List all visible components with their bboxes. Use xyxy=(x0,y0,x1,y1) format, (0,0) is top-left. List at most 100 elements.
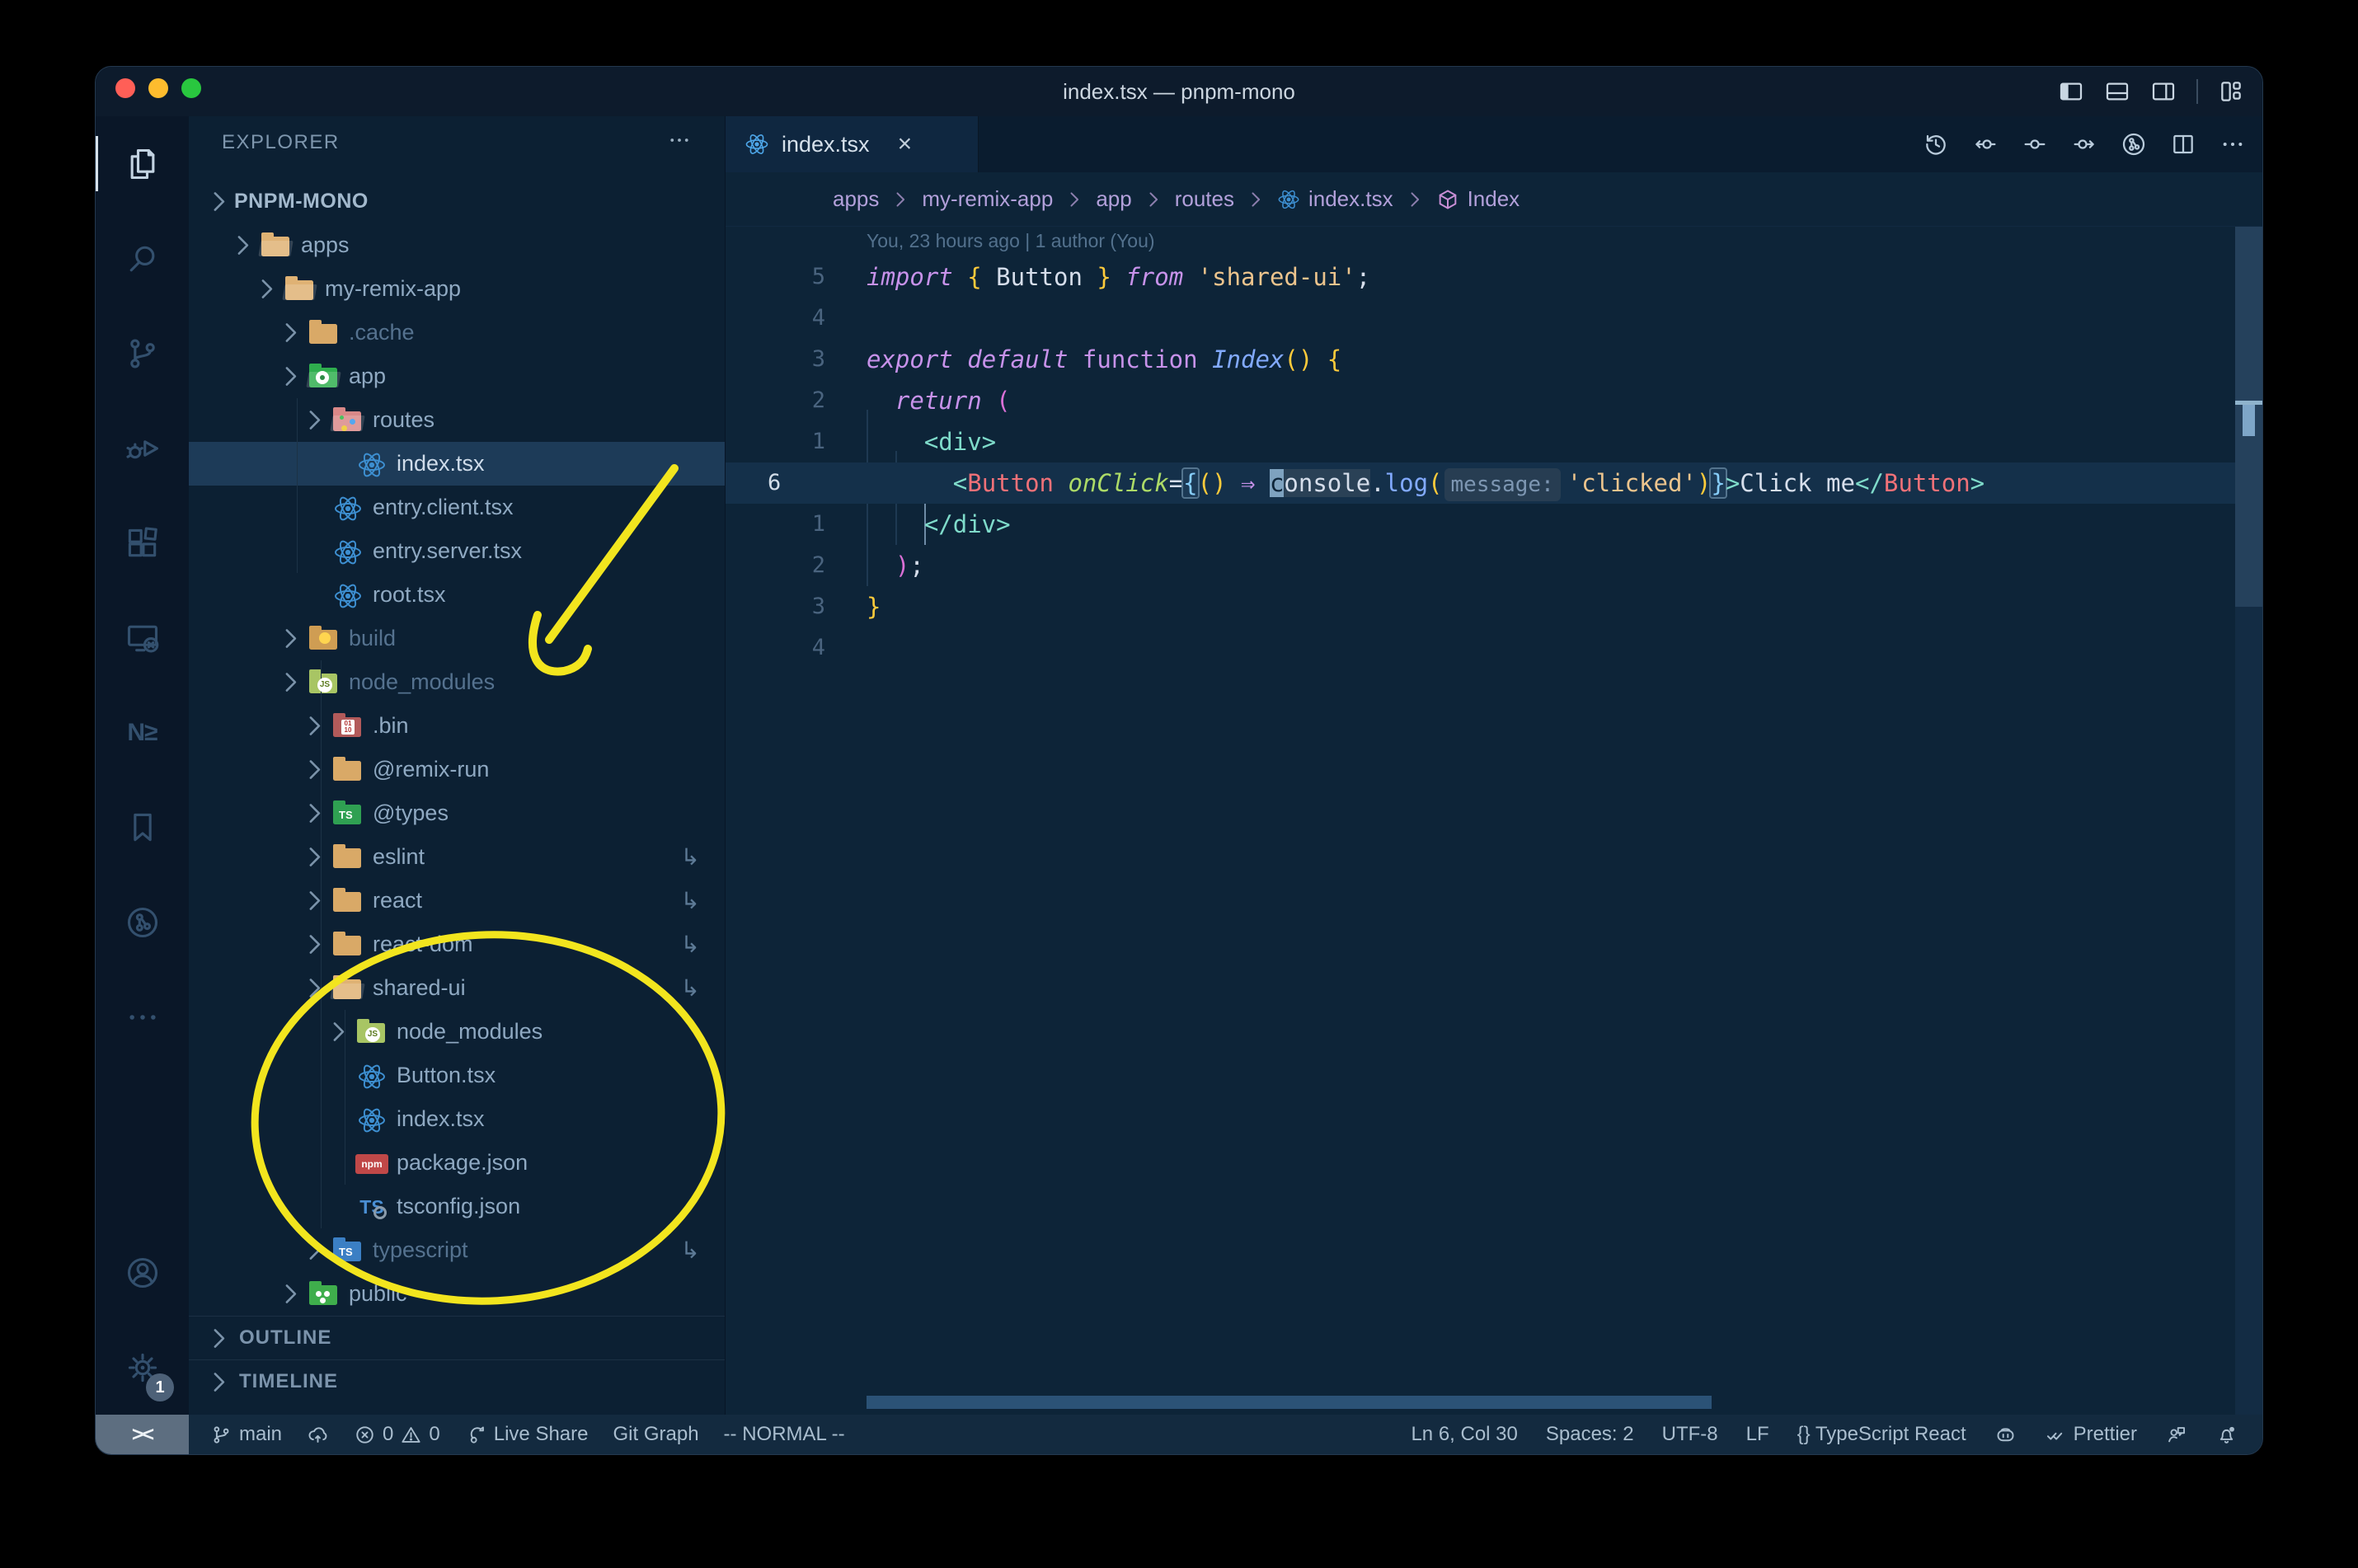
vertical-scrollbar[interactable] xyxy=(2235,227,2262,1415)
tree-item-build[interactable]: build xyxy=(189,617,725,660)
close-button[interactable] xyxy=(115,78,135,98)
previous-change-icon[interactable] xyxy=(1972,131,1999,157)
tree-item-package-json[interactable]: npm package.json xyxy=(189,1141,725,1185)
tree-item--types[interactable]: TS @types xyxy=(189,791,725,835)
status-feedback[interactable] xyxy=(2165,1424,2187,1446)
tree-item-shared-ui[interactable]: shared-ui ↳ xyxy=(189,966,725,1010)
tab-close-icon[interactable]: × xyxy=(898,130,913,158)
activitybar-run-debug[interactable] xyxy=(96,401,189,495)
tree-item-react-dom[interactable]: react-dom ↳ xyxy=(189,922,725,966)
code-line[interactable]: 2 ); xyxy=(726,545,2235,586)
horizontal-scrollbar[interactable] xyxy=(867,1396,1712,1409)
tree-item-button-tsx[interactable]: Button.tsx xyxy=(189,1054,725,1097)
tree-chevron-icon[interactable] xyxy=(299,835,330,879)
activitybar-remote-explorer[interactable] xyxy=(96,590,189,685)
status-notifications[interactable] xyxy=(2215,1424,2238,1446)
status-git-graph[interactable]: Git Graph xyxy=(613,1423,699,1446)
code-line[interactable]: 3 export default function Index() { xyxy=(726,339,2235,380)
toggle-panel-icon[interactable] xyxy=(2104,78,2130,105)
tree-item--bin[interactable]: 01 10 .bin xyxy=(189,704,725,748)
tree-chevron-icon[interactable] xyxy=(275,354,306,398)
tree-item-index-tsx[interactable]: index.tsx xyxy=(189,442,725,486)
tree-item-public[interactable]: public xyxy=(189,1272,725,1316)
breadcrumb-item-index[interactable]: Index xyxy=(1436,186,1520,212)
activitybar-source-control[interactable] xyxy=(96,306,189,401)
activitybar-extensions[interactable] xyxy=(96,495,189,590)
code-line[interactable]: 1 <div> xyxy=(726,421,2235,462)
split-editor-icon[interactable] xyxy=(2170,131,2196,157)
toggle-secondary-sidebar-icon[interactable] xyxy=(2150,78,2177,105)
tree-chevron-icon[interactable] xyxy=(299,704,330,748)
tree-item-typescript[interactable]: TS typescript ↳ xyxy=(189,1228,725,1272)
code-line[interactable]: 4 xyxy=(726,298,2235,339)
tree-item-eslint[interactable]: eslint ↳ xyxy=(189,835,725,879)
tree-item--cache[interactable]: .cache xyxy=(189,311,725,354)
tree-chevron-icon[interactable] xyxy=(299,1228,330,1272)
tree-chevron-icon[interactable] xyxy=(299,922,330,966)
next-change-icon[interactable] xyxy=(2071,131,2097,157)
activitybar-gitlens[interactable] xyxy=(96,875,189,969)
tree-chevron-icon[interactable] xyxy=(251,267,282,311)
status-prettier[interactable]: Prettier xyxy=(2045,1423,2137,1446)
activitybar-bookmarks[interactable] xyxy=(96,780,189,875)
tree-chevron-icon[interactable] xyxy=(275,660,306,704)
gitlens-graph-icon[interactable] xyxy=(2121,131,2147,157)
tree-item-root-tsx[interactable]: root.tsx xyxy=(189,573,725,617)
activitybar-accounts[interactable] xyxy=(96,1225,189,1320)
code-line[interactable]: 5 import { Button } from 'shared-ui'; xyxy=(726,256,2235,298)
tree-chevron-icon[interactable] xyxy=(299,791,330,835)
status-copilot[interactable] xyxy=(1994,1424,2017,1446)
tree-item-apps[interactable]: apps xyxy=(189,223,725,267)
timeline-back-icon[interactable] xyxy=(1923,131,1949,157)
tree-chevron-icon[interactable] xyxy=(275,1272,306,1316)
tree-chevron-icon[interactable] xyxy=(299,966,330,1010)
tree-item-node-modules[interactable]: JS node_modules xyxy=(189,660,725,704)
tree-chevron-icon[interactable] xyxy=(275,617,306,660)
activitybar-more-views[interactable] xyxy=(96,969,189,1064)
tree-item-my-remix-app[interactable]: my-remix-app xyxy=(189,267,725,311)
code-line[interactable]: 2 return ( xyxy=(726,380,2235,421)
code-editor[interactable]: You, 23 hours ago | 1 author (You) 5 impo… xyxy=(726,227,2262,1415)
tree-item--remix-run[interactable]: @remix-run xyxy=(189,748,725,791)
tree-item-app[interactable]: app xyxy=(189,354,725,398)
explorer-more-actions-icon[interactable] xyxy=(667,128,692,153)
status-indentation[interactable]: Spaces: 2 xyxy=(1546,1423,1634,1446)
tree-chevron-icon[interactable] xyxy=(299,398,330,442)
tab-index-tsx[interactable]: index.tsx × xyxy=(726,116,979,172)
status-sync-changes[interactable] xyxy=(307,1424,329,1446)
customize-layout-icon[interactable] xyxy=(2218,78,2244,105)
code-line[interactable]: 4 xyxy=(726,627,2235,669)
status-cursor-position[interactable]: Ln 6, Col 30 xyxy=(1411,1423,1517,1446)
tree-item-entry-client-tsx[interactable]: entry.client.tsx xyxy=(189,486,725,529)
section-timeline[interactable]: TIMELINE xyxy=(189,1359,725,1403)
tree-item-index-tsx[interactable]: index.tsx xyxy=(189,1097,725,1141)
status-vim-mode[interactable]: -- NORMAL -- xyxy=(724,1423,845,1446)
remote-indicator[interactable]: >< xyxy=(96,1415,189,1454)
activitybar-search[interactable] xyxy=(96,211,189,306)
activitybar-explorer[interactable] xyxy=(96,116,189,211)
status-language-mode[interactable]: {} TypeScript React xyxy=(1797,1423,1966,1446)
status-live-share[interactable]: Live Share xyxy=(465,1423,589,1446)
tree-item-tsconfig-json[interactable]: TS tsconfig.json xyxy=(189,1185,725,1228)
section-outline[interactable]: OUTLINE xyxy=(189,1316,725,1359)
zoom-button[interactable] xyxy=(181,78,201,98)
tree-item-routes[interactable]: routes xyxy=(189,398,725,442)
tree-chevron-icon[interactable] xyxy=(275,311,306,354)
tree-item-node-modules[interactable]: JS node_modules xyxy=(189,1010,725,1054)
breadcrumb-item-my-remix-app[interactable]: my-remix-app xyxy=(922,186,1053,212)
tree-item-entry-server-tsx[interactable]: entry.server.tsx xyxy=(189,529,725,573)
more-actions-icon[interactable] xyxy=(2219,131,2246,157)
tree-item-react[interactable]: react ↳ xyxy=(189,879,725,922)
tree-chevron-icon[interactable] xyxy=(323,1010,354,1054)
change-icon[interactable] xyxy=(2022,131,2048,157)
minimize-button[interactable] xyxy=(148,78,168,98)
status-problems[interactable]: 00 xyxy=(354,1423,440,1446)
status-git-branch[interactable]: main xyxy=(210,1423,282,1446)
breadcrumb-item-app[interactable]: app xyxy=(1096,186,1131,212)
tree-chevron-icon[interactable] xyxy=(299,748,330,791)
tree-root-pnpm-mono[interactable]: PNPM-MONO xyxy=(189,180,725,223)
status-eol[interactable]: LF xyxy=(1746,1423,1769,1446)
code-line-current[interactable]: 6 <Button onClick={() ⇒ console.log(mess… xyxy=(726,462,2235,504)
code-line[interactable]: 3} xyxy=(726,586,2235,627)
toggle-primary-sidebar-icon[interactable] xyxy=(2058,78,2084,105)
